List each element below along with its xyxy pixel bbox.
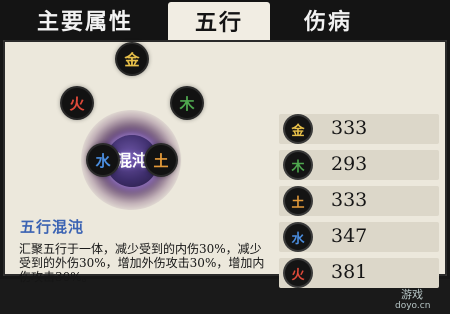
stat-char: 木: [291, 159, 305, 175]
water-icon: 水: [285, 224, 311, 250]
tab-main-attributes[interactable]: 主要属性: [10, 4, 160, 36]
node-char: 火: [69, 94, 85, 113]
stat-char: 火: [291, 267, 305, 283]
stat-value: 381: [331, 261, 368, 283]
stat-value: 333: [331, 117, 368, 139]
node-char: 土: [153, 151, 169, 170]
metal-icon: 金: [285, 116, 311, 142]
element-node-water[interactable]: 水: [88, 145, 118, 175]
stat-row-water: 水 347: [279, 222, 439, 252]
stat-value: 293: [331, 153, 368, 175]
watermark: 游戏 doyo.cn: [391, 280, 447, 314]
stat-row-earth: 土 333: [279, 186, 439, 216]
element-node-fire[interactable]: 火: [62, 88, 92, 118]
description-text: 汇聚五行于一体，减少受到的内伤30%，减少受到的外伤30%，增加外伤攻击30%，…: [19, 242, 265, 284]
element-node-metal[interactable]: 金: [117, 44, 147, 74]
watermark-line2: doyo.cn: [395, 301, 431, 311]
element-node-wood[interactable]: 木: [172, 88, 202, 118]
tab-bar: 主要属性 五行 伤病: [0, 0, 450, 40]
earth-icon: 土: [285, 188, 311, 214]
stat-char: 土: [291, 195, 305, 211]
wood-icon: 木: [285, 152, 311, 178]
node-char: 金: [124, 50, 140, 69]
stat-value: 347: [331, 225, 368, 247]
watermark-line1: 游戏: [401, 288, 423, 301]
tab-injuries[interactable]: 伤病: [278, 4, 378, 36]
five-elements-panel: 混沌 金 木 土 水 火 五行混沌 汇聚五行于一体，减少受到的内伤30%，减少受…: [3, 40, 447, 311]
stat-value: 333: [331, 189, 368, 211]
description-title: 五行混沌: [20, 218, 85, 236]
stat-char: 金: [291, 123, 305, 139]
stat-row-wood: 木 293: [279, 150, 439, 180]
screen: 主要属性 五行 伤病 混沌 金 木 土 水 火 五行混沌 汇聚五行于一体，减少受…: [0, 0, 450, 311]
five-elements-pentagon: 混沌 金 木 土 水 火: [3, 40, 273, 225]
stat-row-metal: 金 333: [279, 114, 439, 144]
element-node-earth[interactable]: 土: [146, 145, 176, 175]
node-char: 水: [95, 151, 111, 170]
fire-icon: 火: [285, 260, 311, 286]
tab-five-elements[interactable]: 五行: [168, 2, 270, 40]
node-char: 木: [179, 94, 195, 113]
stat-char: 水: [291, 231, 305, 247]
